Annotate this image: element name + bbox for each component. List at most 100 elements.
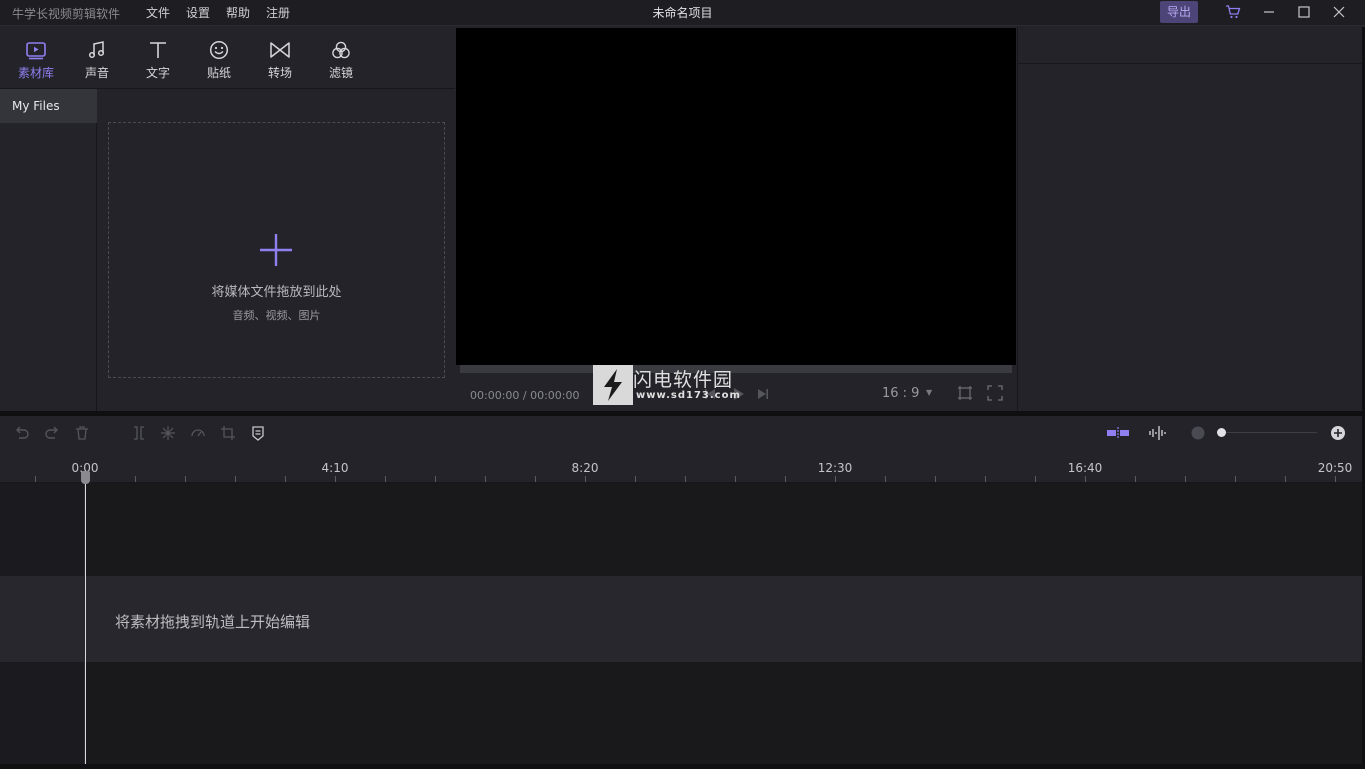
playhead-handle[interactable]	[81, 471, 90, 484]
preview-panel: 00:00:00 / 00:00:00 16 : 9 ▼	[455, 27, 1017, 411]
video-canvas	[456, 28, 1016, 365]
crop-icon[interactable]	[219, 424, 237, 442]
music-note-icon	[88, 41, 105, 59]
ruler-tick	[335, 476, 336, 482]
zoom-in-icon[interactable]	[1329, 424, 1347, 442]
media-dropzone[interactable]: 将媒体文件拖放到此处 音频、视频、图片	[108, 122, 445, 378]
maximize-icon[interactable]	[1294, 3, 1314, 21]
tab-label: 贴纸	[206, 66, 231, 80]
timeline-ruler[interactable]: 0:00 4:10 8:20 12:30 16:40 20:50	[0, 450, 1362, 483]
watermark: 闪电软件园 www.sd173.com	[593, 365, 763, 405]
properties-header	[1018, 27, 1365, 64]
ruler-label: 20:50	[1317, 461, 1353, 475]
ruler-label: 16:40	[1067, 461, 1103, 475]
ruler-tick	[1035, 476, 1036, 482]
tab-text[interactable]: 文字	[133, 40, 183, 81]
ruler-tick	[1235, 476, 1236, 482]
zoom-out-icon[interactable]	[1189, 424, 1207, 442]
ruler-tick	[635, 476, 636, 482]
overlay-track-lane[interactable]	[86, 483, 1362, 576]
media-tabs: 素材库 声音 文字 贴纸 转场 滤镜	[0, 27, 455, 89]
ruler-tick	[685, 476, 686, 482]
minimize-icon[interactable]	[1259, 3, 1279, 21]
tab-transition[interactable]: 转场	[255, 40, 305, 81]
ruler-label: 4:10	[321, 461, 349, 475]
aspect-ratio-select[interactable]: 16 : 9	[882, 386, 919, 401]
ruler-tick	[535, 476, 536, 482]
ruler-tick	[735, 476, 736, 482]
title-bar: 牛学长视频剪辑软件 文件 设置 帮助 注册 未命名项目 导出	[0, 0, 1365, 26]
folder-list: My Files	[0, 89, 97, 411]
crop-screen-icon[interactable]	[957, 385, 973, 401]
ruler-tick	[135, 476, 136, 482]
app-window: 牛学长视频剪辑软件 文件 设置 帮助 注册 未命名项目 导出 素材库 声音 文字…	[0, 0, 1365, 769]
delete-icon[interactable]	[73, 424, 91, 442]
ruler-tick	[1135, 476, 1136, 482]
snap-toggle-icon[interactable]	[1106, 424, 1130, 442]
status-strip	[0, 764, 1365, 769]
ruler-tick	[985, 476, 986, 482]
redo-icon[interactable]	[43, 424, 61, 442]
watermark-title: 闪电软件园	[633, 369, 734, 391]
ruler-tick	[235, 476, 236, 482]
tab-audio[interactable]: 声音	[72, 40, 122, 81]
properties-panel	[1017, 27, 1365, 411]
chevron-down-icon[interactable]: ▼	[926, 388, 932, 397]
lightning-logo-icon	[593, 365, 633, 405]
ruler-tick	[485, 476, 486, 482]
dropzone-title: 将媒体文件拖放到此处	[211, 285, 342, 300]
freeze-frame-icon[interactable]	[159, 424, 177, 442]
media-library-icon	[26, 42, 46, 60]
audio-waveform-icon[interactable]	[1148, 424, 1168, 442]
folder-my-files[interactable]: My Files	[0, 89, 97, 123]
add-media-icon[interactable]	[259, 233, 293, 267]
ruler-tick	[585, 476, 586, 482]
tab-label: 素材库	[17, 66, 54, 80]
ruler-tick	[935, 476, 936, 482]
ruler-tick	[185, 476, 186, 482]
ruler-label: 8:20	[571, 461, 599, 475]
ruler-tick	[1085, 476, 1086, 482]
playhead-line[interactable]	[85, 476, 86, 764]
media-panel: 素材库 声音 文字 贴纸 转场 滤镜 My Files 将媒体文件拖放到此处 音…	[0, 27, 455, 411]
tab-label: 转场	[267, 66, 292, 80]
undo-icon[interactable]	[13, 424, 31, 442]
marker-icon[interactable]	[249, 424, 267, 442]
export-button[interactable]: 导出	[1160, 1, 1198, 23]
transition-icon	[270, 42, 290, 58]
speed-icon[interactable]	[189, 424, 207, 442]
tab-label: 文字	[145, 66, 170, 80]
track-empty-hint: 将素材拖拽到轨道上开始编辑	[115, 613, 311, 631]
ruler-tick	[1335, 476, 1336, 482]
ruler-tick	[785, 476, 786, 482]
filter-icon	[332, 41, 350, 59]
ruler-tick	[435, 476, 436, 482]
zoom-slider-handle[interactable]	[1217, 428, 1226, 437]
ruler-tick	[1185, 476, 1186, 482]
watermark-url: www.sd173.com	[636, 390, 741, 401]
ruler-tick	[835, 476, 836, 482]
fullscreen-icon[interactable]	[987, 385, 1003, 401]
tab-filter[interactable]: 滤镜	[316, 40, 366, 81]
timecode: 00:00:00 / 00:00:00	[470, 389, 580, 402]
zoom-slider-track[interactable]	[1219, 432, 1317, 433]
main-track-lane[interactable]: 将素材拖拽到轨道上开始编辑	[0, 576, 1362, 662]
text-icon	[150, 42, 166, 58]
ruler-tick	[385, 476, 386, 482]
split-icon[interactable]	[130, 424, 148, 442]
tab-label: 声音	[84, 66, 109, 80]
ruler-tick	[285, 476, 286, 482]
ruler-tick	[35, 476, 36, 482]
timeline-toolbar	[0, 416, 1362, 450]
ruler-tick	[1285, 476, 1286, 482]
close-icon[interactable]	[1329, 3, 1349, 21]
dropzone-subtitle: 音频、视频、图片	[232, 309, 321, 322]
ruler-label: 12:30	[817, 461, 853, 475]
tab-label: 滤镜	[328, 66, 353, 80]
audio-track-lane[interactable]	[86, 662, 1362, 764]
tab-sticker[interactable]: 贴纸	[194, 40, 244, 81]
ruler-tick	[885, 476, 886, 482]
cart-icon[interactable]	[1223, 3, 1243, 21]
sticker-icon	[209, 40, 229, 60]
tab-media-library[interactable]: 素材库	[11, 40, 61, 81]
